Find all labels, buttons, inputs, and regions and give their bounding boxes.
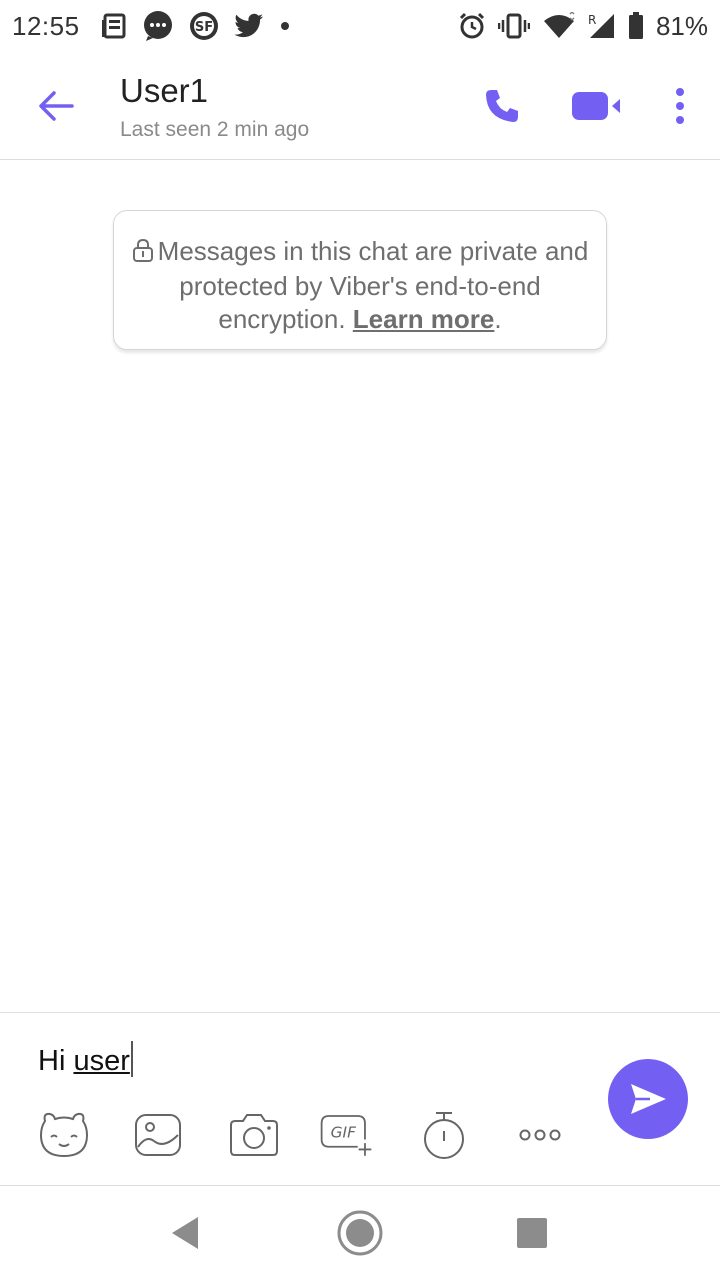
text-cursor [130, 1041, 133, 1077]
notification-icons: SF [100, 10, 292, 42]
message-prefix: Hi [38, 1045, 74, 1077]
camera-button[interactable] [226, 1107, 282, 1163]
nav-back-button[interactable] [158, 1205, 214, 1261]
battery-icon [628, 12, 644, 40]
send-icon [631, 1084, 666, 1114]
system-navigation-bar [0, 1187, 720, 1280]
disappearing-timer-button[interactable] [416, 1107, 472, 1163]
voice-call-button[interactable] [482, 86, 522, 126]
vibrate-icon [497, 12, 530, 40]
home-circle-icon [337, 1210, 383, 1256]
status-bar: 12:55 SF R 81% [0, 0, 720, 52]
twitter-icon [233, 13, 264, 39]
learn-more-link[interactable]: Learn more [353, 304, 495, 334]
chat-header: User1 Last seen 2 min ago [0, 52, 720, 160]
vertical-dots-icon [676, 88, 684, 124]
message-word: user [73, 1045, 130, 1077]
status-time: 12:55 [12, 10, 80, 41]
wifi-icon [542, 12, 576, 40]
phone-icon [486, 90, 518, 122]
last-seen-status: Last seen 2 min ago [120, 118, 310, 141]
message-composer: Hi user GIF [0, 1012, 720, 1186]
contact-name[interactable]: User1 [120, 72, 208, 110]
more-tools-button[interactable] [512, 1107, 568, 1163]
gif-button[interactable]: GIF [318, 1107, 374, 1163]
sf-app-icon: SF [188, 10, 220, 42]
news-icon [100, 12, 128, 40]
video-call-button[interactable] [570, 86, 626, 126]
svg-text:GIF: GIF [331, 1124, 356, 1142]
battery-percentage: 81% [655, 10, 708, 41]
back-button[interactable] [34, 84, 78, 128]
nav-home-button[interactable] [332, 1205, 388, 1261]
sticker-icon [39, 1112, 89, 1158]
gallery-icon [135, 1114, 181, 1156]
notice-suffix: . [494, 304, 502, 334]
messages-icon [142, 10, 174, 42]
sticker-button[interactable] [36, 1107, 92, 1163]
svg-text:R: R [588, 13, 596, 27]
encryption-notice: Messages in this chat are private and pr… [113, 210, 607, 350]
dot-icon [278, 19, 292, 33]
message-input[interactable]: Hi user [38, 1041, 133, 1078]
back-triangle-icon [172, 1217, 198, 1249]
gif-icon: GIF [320, 1115, 372, 1156]
lock-icon [132, 237, 154, 270]
more-options-icon [519, 1129, 561, 1141]
alarm-icon [458, 12, 486, 40]
signal-icon: R [588, 12, 616, 40]
recents-square-icon [517, 1218, 547, 1248]
gallery-button[interactable] [130, 1107, 186, 1163]
composer-toolbar: GIF [0, 1107, 600, 1163]
timer-icon [424, 1112, 464, 1159]
nav-recents-button[interactable] [504, 1205, 560, 1261]
more-options-button[interactable] [664, 84, 696, 128]
arrow-left-icon [39, 91, 74, 121]
svg-text:SF: SF [194, 20, 212, 35]
video-camera-icon [572, 92, 620, 120]
camera-icon [230, 1114, 278, 1156]
system-icons: R 81% [458, 11, 708, 42]
send-button[interactable] [608, 1059, 688, 1139]
